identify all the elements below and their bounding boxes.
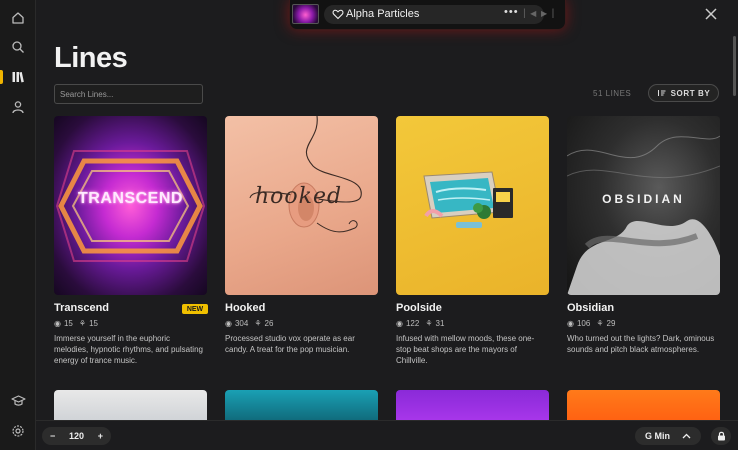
- heart-icon[interactable]: [332, 8, 344, 20]
- loops-icon: ⚘: [78, 319, 87, 328]
- now-playing-bar: Alpha Particles ••• ▏◀ ▶▕: [289, 0, 566, 30]
- lock-icon: [717, 431, 725, 441]
- stat-count: 304: [234, 319, 249, 328]
- stat-count: 15: [63, 319, 73, 328]
- sort-by-button[interactable]: SORT BY: [648, 84, 719, 102]
- line-card-artwork[interactable]: [54, 390, 207, 420]
- sort-by-label: SORT BY: [670, 88, 711, 98]
- card-description: Immerse yourself in the euphoric melodie…: [54, 334, 203, 365]
- more-options-icon[interactable]: •••: [504, 6, 519, 18]
- line-card-artwork[interactable]: [567, 390, 720, 420]
- key-selector[interactable]: G Min: [635, 427, 701, 445]
- page-title: Lines: [54, 42, 128, 74]
- card-stats: ◉ 122 ⚘ 31: [396, 319, 444, 328]
- learn-icon[interactable]: [8, 391, 28, 411]
- card-stats: ◉ 106 ⚘ 29: [567, 319, 615, 328]
- lock-button[interactable]: [711, 427, 731, 445]
- card-stats: ◉ 15 ⚘ 15: [54, 319, 98, 328]
- card-artwork[interactable]: [396, 116, 549, 295]
- downloads-icon: ◉: [567, 319, 574, 328]
- card-description: Who turned out the lights? Dark, ominous…: [567, 334, 715, 354]
- home-icon[interactable]: [8, 8, 28, 28]
- stat-count: 31: [435, 319, 445, 328]
- card-art-text: hooked: [255, 184, 343, 209]
- line-card-artwork[interactable]: [396, 390, 549, 420]
- now-playing-artwork[interactable]: [292, 4, 319, 24]
- card-art-graphic: [423, 171, 513, 228]
- previous-track-icon[interactable]: ▏◀: [524, 9, 536, 18]
- tempo-increase-button[interactable]: +: [98, 431, 103, 441]
- card-description: Infused with mellow moods, these one-sto…: [396, 334, 535, 365]
- scrollbar[interactable]: [733, 36, 736, 96]
- now-playing-pill[interactable]: Alpha Particles ••• ▏◀ ▶▕: [324, 5, 553, 24]
- key-value: G Min: [645, 431, 670, 441]
- card-title: Hooked: [225, 302, 266, 314]
- loops-icon: ⚘: [254, 319, 262, 328]
- card-title: Transcend: [54, 302, 110, 314]
- loops-icon: ⚘: [596, 319, 604, 328]
- line-card-artwork[interactable]: [225, 390, 378, 420]
- card-art-text: TRANSCEND: [78, 190, 183, 207]
- card-artwork[interactable]: TRANSCEND: [54, 116, 207, 295]
- main-content: Lines 51 LINES SORT BY TRANSCEND Transce…: [36, 30, 732, 420]
- close-icon[interactable]: [702, 5, 720, 23]
- top-bar: Alpha Particles ••• ▏◀ ▶▕: [36, 0, 738, 30]
- stat-count: 15: [89, 319, 98, 328]
- library-icon[interactable]: [8, 67, 28, 87]
- sidebar: [0, 0, 36, 450]
- card-art-text: OBSIDIAN: [602, 192, 685, 206]
- card-stats: ◉ 304 ⚘ 26: [225, 319, 273, 328]
- bottom-bar: − 120 + G Min: [36, 420, 738, 450]
- next-track-icon[interactable]: ▶▕: [541, 9, 553, 18]
- active-indicator: [0, 70, 3, 84]
- tempo-decrease-button[interactable]: −: [50, 431, 55, 441]
- stat-count: 122: [405, 319, 420, 328]
- stat-count: 26: [264, 319, 274, 328]
- now-playing-title: Alpha Particles: [346, 8, 420, 20]
- profile-icon[interactable]: [8, 97, 28, 117]
- chevron-up-icon: [682, 433, 691, 439]
- loops-icon: ⚘: [425, 319, 433, 328]
- card-description: Processed studio vox operate as ear cand…: [225, 334, 355, 354]
- lines-count: 51 LINES: [593, 89, 632, 98]
- card-title: Poolside: [396, 302, 442, 314]
- stat-count: 106: [576, 319, 591, 328]
- card-artwork[interactable]: OBSIDIAN: [567, 116, 720, 295]
- downloads-icon: ◉: [225, 319, 232, 328]
- search-input[interactable]: [54, 84, 203, 104]
- downloads-icon: ◉: [396, 319, 403, 328]
- downloads-icon: ◉: [54, 319, 61, 328]
- card-artwork[interactable]: hooked: [225, 116, 378, 295]
- sort-icon: [657, 90, 666, 96]
- settings-gear-icon[interactable]: [8, 421, 28, 441]
- tempo-value[interactable]: 120: [69, 431, 84, 441]
- search-icon[interactable]: [8, 37, 28, 57]
- new-badge: NEW: [182, 304, 208, 314]
- tempo-control: − 120 +: [42, 427, 111, 445]
- stat-count: 29: [606, 319, 616, 328]
- card-title: Obsidian: [567, 302, 615, 314]
